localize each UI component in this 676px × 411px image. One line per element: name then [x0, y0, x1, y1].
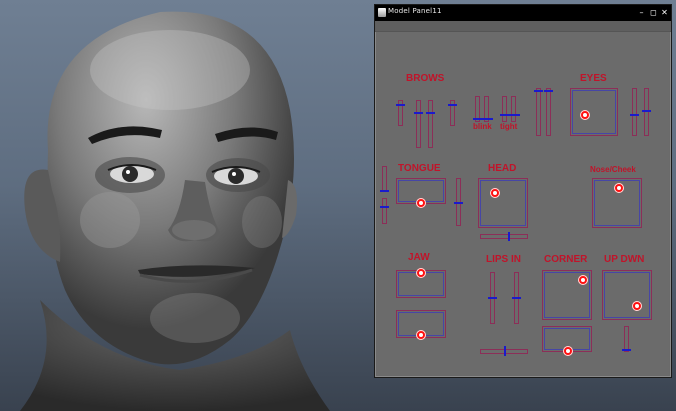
- minimize-button[interactable]: –: [637, 8, 646, 17]
- eyes-slider-1-handle[interactable]: [534, 90, 543, 92]
- brows-label: BROWS: [406, 73, 445, 84]
- maximize-button[interactable]: ◻: [649, 8, 658, 17]
- up-dwn-control-knob[interactable]: [632, 301, 642, 311]
- window-titlebar[interactable]: Model Panel11 – ◻ ✕: [375, 5, 671, 21]
- lips-in-slider-right-handle[interactable]: [512, 297, 521, 299]
- panel-menubar: [375, 21, 671, 32]
- tongue-control-knob[interactable]: [416, 198, 426, 208]
- tongue-slider-1-handle[interactable]: [380, 190, 389, 192]
- eyes-slider-2[interactable]: [546, 88, 551, 136]
- 3d-viewport[interactable]: Model Panel11 – ◻ ✕ BROWS blink tight EY…: [0, 0, 676, 411]
- up-dwn-slider-handle[interactable]: [622, 349, 631, 351]
- jaw-lower-control-knob[interactable]: [416, 330, 426, 340]
- lips-horizontal-handle[interactable]: [504, 346, 506, 356]
- head-tilt-handle[interactable]: [508, 232, 510, 241]
- nose-cheek-control-knob[interactable]: [614, 183, 624, 193]
- head-control-knob[interactable]: [490, 188, 500, 198]
- brow-slider-3[interactable]: [428, 100, 433, 148]
- close-button[interactable]: ✕: [660, 8, 669, 17]
- lips-in-slider-left-handle[interactable]: [488, 297, 497, 299]
- head-control-box[interactable]: [478, 178, 528, 228]
- eyes-slider-3[interactable]: [632, 88, 637, 136]
- tongue-slider-2[interactable]: [382, 198, 387, 224]
- blink-handle[interactable]: [473, 118, 493, 120]
- up-dwn-control-box[interactable]: [602, 270, 652, 320]
- eyes-control-box[interactable]: [570, 88, 618, 136]
- corner-control-knob[interactable]: [578, 275, 588, 285]
- blink-label: blink: [473, 122, 492, 131]
- tongue-slider-3-handle[interactable]: [454, 202, 463, 204]
- brow-slider-2-handle[interactable]: [414, 112, 423, 114]
- eyes-slider-1[interactable]: [536, 88, 541, 136]
- eyes-slider-4-handle[interactable]: [642, 110, 651, 112]
- tongue-slider-2-handle[interactable]: [380, 206, 389, 208]
- head-label: HEAD: [488, 163, 517, 174]
- tongue-slider-1[interactable]: [382, 166, 387, 192]
- eyes-slider-4[interactable]: [644, 88, 649, 136]
- brow-slider-2[interactable]: [416, 100, 421, 148]
- eyes-control-knob[interactable]: [580, 110, 590, 120]
- jaw-upper-control-knob[interactable]: [416, 268, 426, 278]
- tight-slider-right[interactable]: [511, 96, 516, 122]
- tight-handle[interactable]: [500, 114, 520, 116]
- nose-cheek-label: Nose/Cheek: [590, 165, 636, 174]
- window-icon: [378, 8, 386, 17]
- eyes-label: EYES: [580, 73, 607, 84]
- head-tilt-slider[interactable]: [480, 234, 528, 239]
- up-dwn-label: UP DWN: [604, 254, 645, 265]
- eyes-slider-3-handle[interactable]: [630, 114, 639, 116]
- corner-label: CORNER: [544, 254, 588, 265]
- window-title: Model Panel11: [388, 7, 442, 15]
- brow-slider-3-handle[interactable]: [426, 112, 435, 114]
- eyes-slider-2-handle[interactable]: [544, 90, 553, 92]
- tight-slider-left[interactable]: [502, 96, 507, 122]
- brow-slider-4-handle[interactable]: [448, 104, 457, 106]
- tight-label: tight: [500, 122, 518, 131]
- brow-slider-1-handle[interactable]: [396, 104, 405, 106]
- corner-lower-control-knob[interactable]: [563, 346, 573, 356]
- tongue-label: TONGUE: [398, 163, 441, 174]
- lips-in-label: LIPS IN: [486, 254, 522, 265]
- jaw-label: JAW: [408, 252, 430, 263]
